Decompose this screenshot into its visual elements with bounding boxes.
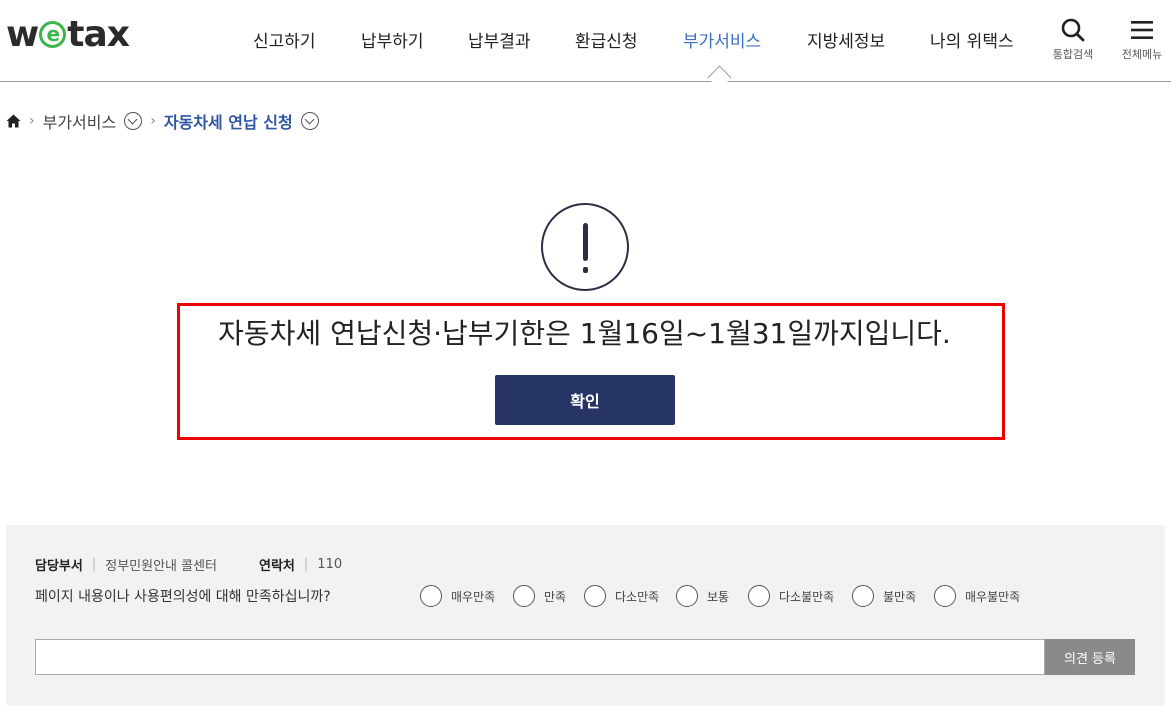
rating-option-very-dissatisfied[interactable]: 매우불만족 — [934, 585, 1020, 607]
breadcrumb-current-page[interactable]: 자동차세 연납 신청 — [164, 109, 293, 133]
radio-button[interactable] — [852, 585, 874, 607]
contact-info: 담당부서 | 정부민원안내 콜센터 연락처 | 110 — [35, 555, 342, 574]
satisfaction-question: 페이지 내용이나 사용편의성에 대해 만족하십니까? — [35, 589, 331, 605]
rating-option-satisfied[interactable]: 만족 — [513, 585, 566, 607]
radio-button[interactable] — [513, 585, 535, 607]
opinion-input[interactable] — [35, 639, 1045, 675]
department-value: 정부민원안내 콜센터 — [105, 559, 218, 574]
logo-e-circle: e — [39, 21, 67, 48]
logo-text-pre: w — [6, 14, 39, 55]
exclamation-dot — [583, 267, 588, 273]
hamburger-menu-icon — [1131, 21, 1153, 39]
radio-button[interactable] — [420, 585, 442, 607]
radio-button[interactable] — [584, 585, 606, 607]
contact-value: 110 — [317, 557, 343, 572]
department-key: 담당부서 — [35, 559, 83, 574]
nav-item-extra-services[interactable]: 부가서비스 — [683, 27, 761, 52]
nav-item-pay[interactable]: 납부하기 — [361, 27, 424, 52]
rating-label: 불만족 — [883, 589, 917, 604]
nav-item-payment-result[interactable]: 납부결과 — [468, 27, 531, 52]
breadcrumb-separator-icon: › — [150, 113, 156, 129]
rating-label: 다소만족 — [615, 589, 660, 604]
rating-option-dissatisfied[interactable]: 불만족 — [852, 585, 916, 607]
integrated-search-button[interactable]: 통합검색 — [1045, 18, 1101, 62]
radio-button[interactable] — [934, 585, 956, 607]
breadcrumb-extra-services[interactable]: 부가서비스 — [43, 109, 117, 133]
feedback-panel: 담당부서 | 정부민원안내 콜센터 연락처 | 110 페이지 내용이나 사용편… — [6, 525, 1165, 706]
rating-label: 다소불만족 — [779, 589, 835, 604]
chevron-down-icon[interactable] — [300, 112, 319, 130]
logo-text-post: tax — [67, 14, 130, 55]
home-icon[interactable] — [6, 114, 21, 128]
radio-button[interactable] — [748, 585, 770, 607]
rating-label: 매우만족 — [451, 589, 496, 604]
rating-option-somewhat-satisfied[interactable]: 다소만족 — [584, 585, 659, 607]
menu-label: 전체메뉴 — [1121, 48, 1163, 61]
radio-button[interactable] — [676, 585, 698, 607]
site-header: w e tax 신고하기 납부하기 납부결과 환급신청 부가서비스 지방세정보 나의… — [0, 0, 1171, 82]
submit-opinion-button[interactable]: 의견 등록 — [1045, 639, 1135, 675]
nav-item-my-wetax[interactable]: 나의 위택스 — [930, 27, 1014, 52]
rating-label: 만족 — [544, 589, 567, 604]
nav-item-report[interactable]: 신고하기 — [253, 27, 316, 52]
search-icon — [1061, 18, 1085, 42]
rating-option-somewhat-dissatisfied[interactable]: 다소불만족 — [748, 585, 834, 607]
search-label: 통합검색 — [1052, 48, 1094, 61]
rating-label: 보통 — [707, 589, 730, 604]
nav-item-refund[interactable]: 환급신청 — [575, 27, 638, 52]
exclamation-icon — [541, 203, 629, 291]
rating-label: 매우불만족 — [965, 589, 1021, 604]
rating-option-neutral[interactable]: 보통 — [676, 585, 729, 607]
divider: | — [91, 557, 97, 572]
all-menu-button[interactable]: 전체메뉴 — [1114, 18, 1170, 62]
breadcrumb-separator-icon: › — [29, 113, 35, 129]
breadcrumb: › 부가서비스 › 자동차세 연납 신청 — [6, 110, 319, 132]
divider: | — [303, 557, 309, 572]
chevron-down-icon[interactable] — [124, 112, 143, 130]
exclamation-bar — [583, 223, 588, 261]
confirm-button[interactable]: 확인 — [495, 375, 675, 425]
nav-item-local-tax-info[interactable]: 지방세정보 — [807, 27, 885, 52]
rating-option-very-satisfied[interactable]: 매우만족 — [420, 585, 495, 607]
contact-key: 연락처 — [259, 559, 295, 574]
wetax-logo[interactable]: w e tax — [6, 14, 130, 55]
alert-message: 자동차세 연납신청·납부기한은 1월16일~1월31일까지입니다. — [218, 317, 951, 350]
